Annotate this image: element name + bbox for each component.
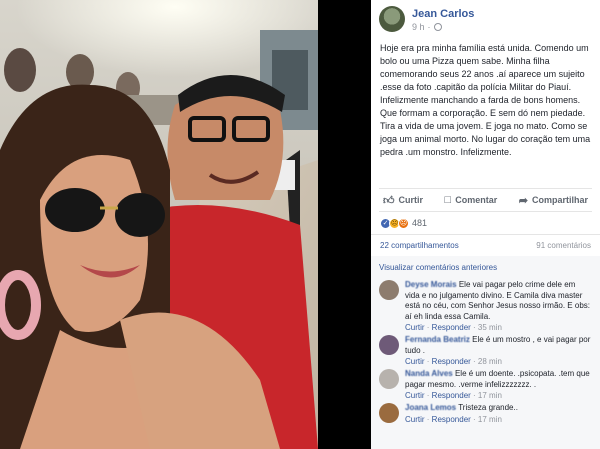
commenter-name[interactable]: Fernanda Beatriz	[405, 335, 470, 344]
commenter-avatar[interactable]	[379, 280, 399, 300]
shares-count[interactable]: 22 compartilhamentos	[380, 241, 459, 250]
comment-time[interactable]: 17 min	[478, 391, 502, 400]
comment-text: Tristeza grande..	[458, 403, 518, 412]
commenter-name[interactable]: Nanda Alves	[405, 369, 453, 378]
view-previous-comments[interactable]: Visualizar comentários anteriores	[379, 260, 592, 280]
comments-count[interactable]: 91 comentários	[536, 241, 591, 250]
comment-reply-link[interactable]: Responder	[432, 391, 471, 400]
comment-reply-link[interactable]: Responder	[432, 323, 471, 332]
post-time[interactable]: 9 h	[412, 21, 425, 33]
like-button[interactable]: 👍︎ Curtir	[383, 194, 423, 207]
commenter-avatar[interactable]	[379, 403, 399, 423]
comment-footer: Curtir · Responder · 35 min	[405, 323, 502, 332]
comment-footer: Curtir · Responder · 17 min	[405, 391, 502, 400]
comment-body: Joana Lemos Tristeza grande..	[405, 403, 518, 414]
share-icon: ➦	[518, 194, 528, 207]
author-avatar[interactable]	[379, 6, 405, 32]
comment-like-link[interactable]: Curtir	[405, 357, 425, 366]
share-label: Compartilhar	[531, 195, 588, 205]
thumbs-up-icon: 👍︎	[383, 194, 395, 207]
comment-footer: Curtir · Responder · 28 min	[405, 357, 502, 366]
commenter-name[interactable]: Joana Lemos	[405, 403, 456, 412]
comment-like-link[interactable]: Curtir	[405, 391, 425, 400]
comment-item: Fernanda Beatriz Ele é um mostro , e vai…	[379, 335, 592, 366]
author-info: Jean Carlos 9 h ·	[412, 6, 474, 33]
post-text: Hoje era pra minha família está unida. C…	[380, 43, 591, 157]
comment-like-link[interactable]: Curtir	[405, 415, 425, 424]
globe-icon	[433, 23, 442, 31]
post-stats: 22 compartilhamentos 91 comentários	[371, 234, 600, 256]
comment-time[interactable]: 28 min	[478, 357, 502, 366]
comment-item: Nanda Alves Ele é um doente. .psicopata.…	[379, 369, 592, 400]
angry-reaction-icon: ☹	[398, 217, 409, 229]
comment-item: Deyse Morais Ele vai pagar pelo crime de…	[379, 280, 592, 332]
comment-body: Deyse Morais Ele vai pagar pelo crime de…	[405, 280, 592, 322]
comment-reply-link[interactable]: Responder	[432, 357, 471, 366]
selfie-image	[0, 0, 371, 449]
post-meta: 9 h ·	[412, 21, 474, 33]
comment-time[interactable]: 17 min	[478, 415, 502, 424]
comment-footer: Curtir · Responder · 17 min	[405, 414, 502, 424]
comment-label: Comentar	[455, 195, 498, 205]
commenter-avatar[interactable]	[379, 369, 399, 389]
comment-time[interactable]: 35 min	[478, 323, 502, 332]
share-button[interactable]: ➦ Compartilhar	[519, 194, 588, 207]
reaction-count: 481	[412, 218, 428, 228]
post-header: Jean Carlos 9 h ·	[371, 0, 600, 36]
comment-reply-link[interactable]: Responder	[432, 415, 471, 424]
comment-icon: □	[444, 194, 452, 206]
comment-button[interactable]: □ Comentar	[445, 194, 498, 206]
like-label: Curtir	[398, 195, 424, 205]
comment-item: Joana Lemos Tristeza grande.. Curtir · R…	[379, 403, 592, 424]
reactions-bar[interactable]: ✓ ☹ ☹ 481	[371, 212, 600, 234]
comment-body: Nanda Alves Ele é um doente. .psicopata.…	[405, 369, 592, 390]
commenter-avatar[interactable]	[379, 335, 399, 355]
author-name[interactable]: Jean Carlos	[412, 8, 474, 21]
post-photo[interactable]	[0, 0, 371, 449]
meta-separator: ·	[427, 22, 431, 32]
post-sidebar: Jean Carlos 9 h · Hoje era pra minha fam…	[371, 0, 600, 449]
post-actions: 👍︎ Curtir □ Comentar ➦ Compartilhar	[379, 188, 592, 212]
comments-section: Visualizar comentários anteriores Deyse …	[371, 256, 600, 449]
commenter-name[interactable]: Deyse Morais	[405, 280, 457, 289]
comment-body: Fernanda Beatriz Ele é um mostro , e vai…	[405, 335, 592, 356]
photo-theater: Jean Carlos 9 h · Hoje era pra minha fam…	[0, 0, 600, 449]
comment-like-link[interactable]: Curtir	[405, 323, 425, 332]
